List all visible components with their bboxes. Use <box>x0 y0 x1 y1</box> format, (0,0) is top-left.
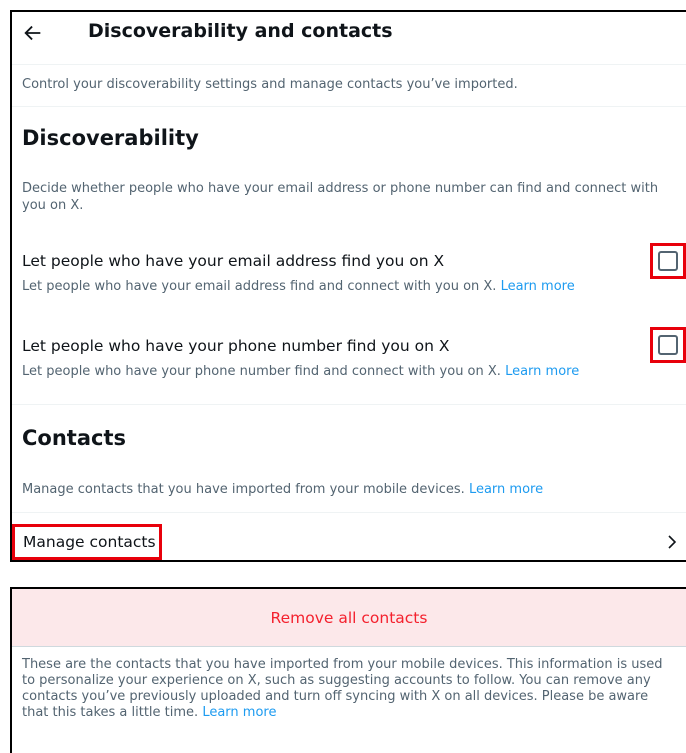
discoverability-description: Decide whether people who have your emai… <box>22 181 659 213</box>
phone-discoverability-text: Let people who have your phone number fi… <box>22 364 501 379</box>
remove-panel-text: These are the contacts that you have imp… <box>22 657 663 720</box>
phone-discoverability-checkbox[interactable] <box>650 327 686 363</box>
contacts-description-text: Manage contacts that you have imported f… <box>22 482 465 497</box>
chevron-right-icon <box>668 535 677 549</box>
settings-panel: Discoverability and contacts Control you… <box>10 10 686 562</box>
contacts-learn-more-link[interactable]: Learn more <box>469 482 543 497</box>
checkbox-box[interactable] <box>658 335 678 355</box>
remove-all-contacts-button[interactable]: Remove all contacts <box>12 589 686 646</box>
page-header: Discoverability and contacts <box>12 12 686 56</box>
remove-panel-description: These are the contacts that you have imp… <box>22 657 672 721</box>
page-title: Discoverability and contacts <box>88 20 393 42</box>
phone-learn-more-link[interactable]: Learn more <box>505 364 579 379</box>
email-discoverability-title: Let people who have your email address f… <box>22 252 445 270</box>
email-discoverability-checkbox[interactable] <box>650 243 686 279</box>
email-discoverability-subtitle: Let people who have your email address f… <box>22 279 575 294</box>
manage-contacts-button[interactable]: Manage contacts <box>12 524 162 560</box>
contacts-divider <box>12 512 686 513</box>
header-divider <box>12 64 686 65</box>
phone-discoverability-title: Let people who have your phone number fi… <box>22 337 450 355</box>
remove-panel-divider <box>12 646 686 647</box>
remove-panel-learn-more-link[interactable]: Learn more <box>202 705 276 720</box>
remove-contacts-panel: Remove all contacts These are the contac… <box>10 587 686 753</box>
arrow-left-icon[interactable] <box>22 22 44 44</box>
page-intro: Control your discoverability settings an… <box>22 77 518 92</box>
contacts-heading: Contacts <box>22 426 126 450</box>
checkbox-box[interactable] <box>658 251 678 271</box>
email-discoverability-text: Let people who have your email address f… <box>22 279 497 294</box>
section-divider <box>12 404 686 405</box>
intro-divider <box>12 106 686 107</box>
contacts-description: Manage contacts that you have imported f… <box>22 482 543 497</box>
manage-contacts-row[interactable]: Manage contacts <box>12 524 686 560</box>
email-learn-more-link[interactable]: Learn more <box>501 279 575 294</box>
phone-discoverability-subtitle: Let people who have your phone number fi… <box>22 364 579 379</box>
discoverability-heading: Discoverability <box>22 126 199 150</box>
